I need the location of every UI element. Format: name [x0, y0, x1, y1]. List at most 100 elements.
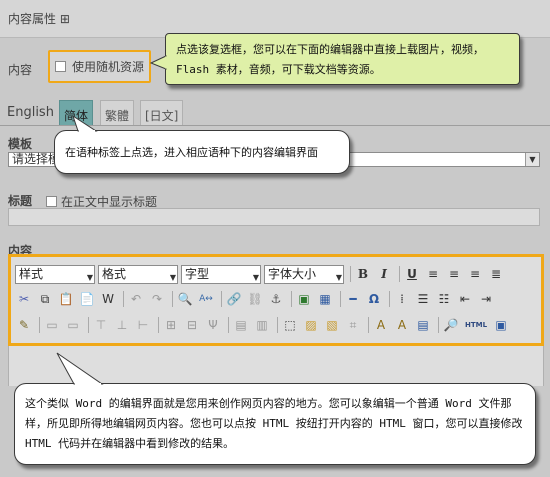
- align-left-icon[interactable]: ≡: [424, 265, 442, 283]
- delete-row-icon[interactable]: ⊥: [113, 316, 131, 334]
- indent-icon[interactable]: ⇥: [477, 290, 495, 308]
- chevron-down-icon: ▼: [86, 272, 93, 282]
- unlink-icon[interactable]: ⛓: [246, 290, 264, 308]
- replace-icon[interactable]: A↔: [197, 290, 215, 308]
- bulleted-list-icon[interactable]: ☰: [414, 290, 432, 308]
- text-color-icon[interactable]: A: [372, 316, 390, 334]
- paste-word-icon[interactable]: W: [99, 290, 117, 308]
- undo-icon[interactable]: ↶: [127, 290, 145, 308]
- font-dropdown[interactable]: 字型 ▼: [181, 264, 261, 284]
- paste-icon[interactable]: 📋: [57, 290, 75, 308]
- merge-cells-icon[interactable]: ⊞: [162, 316, 180, 334]
- chevron-down-icon[interactable]: ▼: [525, 153, 539, 166]
- random-resource-checkbox-group[interactable]: 使用随机资源: [48, 50, 151, 83]
- random-resource-checkbox[interactable]: [55, 61, 66, 72]
- cell-merge-icon[interactable]: ▤: [232, 316, 250, 334]
- toolbar-separator: [291, 291, 292, 307]
- template-label: 模板: [8, 137, 33, 151]
- link-icon[interactable]: 🔗: [225, 290, 243, 308]
- fullscreen-icon[interactable]: ▣: [492, 316, 510, 334]
- anchor-icon[interactable]: ⚓: [267, 290, 285, 308]
- layer-icon[interactable]: ▨: [302, 316, 320, 334]
- callout-editor: 这个类似 Word 的编辑界面就是您用来创作网页内容的地方。您可以象编辑一个普通…: [14, 383, 536, 465]
- align-justify-icon[interactable]: ≣: [487, 265, 505, 283]
- content-properties-title[interactable]: 内容属性 ⊞: [8, 10, 70, 27]
- toolbar-separator: [158, 317, 159, 333]
- tab-english[interactable]: English: [3, 100, 58, 125]
- edit-icon[interactable]: ✎: [15, 316, 33, 334]
- select-all-icon[interactable]: ⬚: [281, 316, 299, 334]
- show-title-checkbox[interactable]: [46, 196, 57, 207]
- content-label: 内容: [8, 63, 33, 77]
- chevron-down-icon: ▼: [335, 272, 342, 282]
- outdent-icon[interactable]: ⇤: [456, 290, 474, 308]
- title-label: 标题: [8, 194, 33, 208]
- background-color-icon[interactable]: A: [393, 316, 411, 334]
- toolbar-row-3: ✎ ▭ ▭ ⊤ ⊥ ⊢ ⊞ ⊟ Ψ ▤ ▥ ⬚ ▨ ▧ ⌗ A A ▤ 🔎 HT…: [15, 314, 513, 336]
- toolbar-separator: [399, 266, 400, 282]
- align-right-icon[interactable]: ≡: [466, 265, 484, 283]
- font-dropdown-label: 字型: [185, 266, 210, 281]
- page-break-icon[interactable]: ⁞: [393, 290, 411, 308]
- toolbar-separator: [88, 317, 89, 333]
- numbered-list-icon[interactable]: ☷: [435, 290, 453, 308]
- random-resource-label: 使用随机资源: [72, 60, 145, 74]
- crop-icon[interactable]: ⌗: [344, 316, 362, 334]
- split-cells-icon[interactable]: ⊟: [183, 316, 201, 334]
- redo-icon[interactable]: ↷: [148, 290, 166, 308]
- toolbar-separator: [350, 266, 351, 282]
- layer-forward-icon[interactable]: ▧: [323, 316, 341, 334]
- toolbar-separator: [389, 291, 390, 307]
- callout-editor-text: 这个类似 Word 的编辑界面就是您用来创作网页内容的地方。您可以象编辑一个普通…: [25, 397, 523, 450]
- tab-traditional[interactable]: 繁體: [100, 100, 135, 125]
- toolbar-separator: [221, 291, 222, 307]
- font-size-dropdown-label: 字体大小: [268, 266, 317, 281]
- chevron-down-icon: ▼: [252, 272, 259, 282]
- title-input[interactable]: [8, 208, 540, 226]
- insert-row-icon[interactable]: ⊤: [92, 316, 110, 334]
- cell-properties-icon[interactable]: ▭: [64, 316, 82, 334]
- italic-icon[interactable]: I: [375, 265, 393, 283]
- table-icon[interactable]: ▦: [316, 290, 334, 308]
- font-size-dropdown[interactable]: 字体大小 ▼: [264, 264, 344, 284]
- find-icon[interactable]: 🔍: [176, 290, 194, 308]
- toolbar-separator: [438, 317, 439, 333]
- html-source-button[interactable]: HTML: [463, 316, 489, 334]
- callout-pointer-language: [72, 115, 98, 132]
- toolbar-separator: [172, 291, 173, 307]
- callout-pointer-random: [150, 55, 167, 70]
- insert-column-icon[interactable]: ⊢: [134, 316, 152, 334]
- callout-language-tab: 在语种标签上点选，进入相应语种下的内容编辑界面: [54, 130, 350, 174]
- template-select-value: 请选择模: [12, 152, 61, 166]
- style-dropdown[interactable]: 样式 ▼: [15, 264, 95, 284]
- callout-random-resource-text: 点选该复选框，您可以在下面的编辑器中直接上载图片，视频，Flash 素材，音频，…: [176, 43, 484, 76]
- format-dropdown-label: 格式: [102, 266, 127, 281]
- toolbar-separator: [340, 291, 341, 307]
- toolbar-separator: [277, 317, 278, 333]
- paste-text-icon[interactable]: 📄: [78, 290, 96, 308]
- preview-icon[interactable]: 🔎: [442, 316, 460, 334]
- form-icon[interactable]: ▤: [414, 316, 432, 334]
- tab-japanese[interactable]: [日文]: [140, 100, 184, 125]
- table-properties-icon[interactable]: ▭: [43, 316, 61, 334]
- bold-icon[interactable]: B: [354, 265, 372, 283]
- chevron-down-icon: ▼: [169, 272, 176, 282]
- toolbar-row-1: 样式 ▼ 格式 ▼ 字型 ▼ 字体大小 ▼ B I U ≡ ≡ ≡ ≣: [15, 263, 508, 285]
- rich-text-editor-toolbar: 样式 ▼ 格式 ▼ 字型 ▼ 字体大小 ▼ B I U ≡ ≡ ≡ ≣ ✂ ⧉ 📋 📄 …: [8, 254, 544, 346]
- format-dropdown[interactable]: 格式 ▼: [98, 264, 178, 284]
- cell-split-icon[interactable]: ▥: [253, 316, 271, 334]
- callout-language-tab-text: 在语种标签上点选，进入相应语种下的内容编辑界面: [65, 146, 318, 159]
- delete-column-icon[interactable]: Ψ: [204, 316, 222, 334]
- horizontal-rule-icon[interactable]: ━: [344, 290, 362, 308]
- callout-random-resource: 点选该复选框，您可以在下面的编辑器中直接上载图片，视频，Flash 素材，音频，…: [165, 33, 520, 85]
- cut-icon[interactable]: ✂: [15, 290, 33, 308]
- special-char-icon[interactable]: Ω: [365, 290, 383, 308]
- toolbar-separator: [39, 317, 40, 333]
- align-center-icon[interactable]: ≡: [445, 265, 463, 283]
- image-icon[interactable]: ▣: [295, 290, 313, 308]
- callout-pointer-editor: [56, 352, 104, 385]
- copy-icon[interactable]: ⧉: [36, 290, 54, 308]
- toolbar-separator: [228, 317, 229, 333]
- underline-icon[interactable]: U: [403, 265, 421, 283]
- style-dropdown-label: 样式: [19, 266, 44, 281]
